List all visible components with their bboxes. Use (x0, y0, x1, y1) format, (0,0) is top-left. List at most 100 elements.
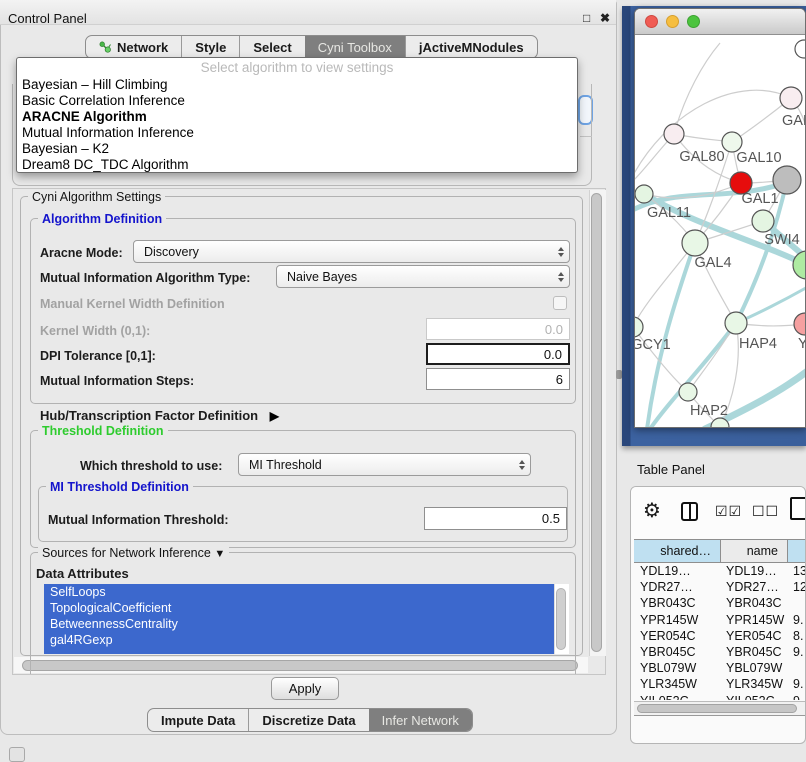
network-node-swi4[interactable] (752, 210, 774, 232)
network-node-gal80[interactable] (664, 124, 684, 144)
hub-definition-expander[interactable]: Hub/Transcription Factor Definition ▶ (40, 408, 279, 423)
table-cell[interactable]: YDL19… (720, 563, 787, 579)
minimize-window-icon[interactable] (666, 15, 679, 28)
network-node[interactable] (795, 40, 806, 58)
table-cell[interactable]: YDL19… (634, 563, 720, 579)
network-window-titlebar[interactable] (635, 9, 805, 35)
checked-boxes-icon[interactable]: ☑☑ (715, 504, 742, 520)
algorithm-option[interactable]: Dream8 DC_TDC Algorithm (17, 157, 577, 173)
data-attributes-list[interactable]: SelfLoopsTopologicalCoefficientBetweenne… (44, 584, 554, 654)
attributes-scrollbar-thumb[interactable] (556, 588, 566, 650)
table-horizontal-scrollbar[interactable] (634, 701, 806, 716)
close-window-icon[interactable] (645, 15, 658, 28)
data-attribute-item[interactable]: SelfLoops (44, 584, 554, 600)
mi-threshold-input[interactable]: 0.5 (424, 507, 567, 530)
tab-infer-network[interactable]: Infer Network (369, 709, 472, 731)
aracne-mode-select[interactable]: Discovery (133, 240, 570, 263)
algorithm-option[interactable]: ARACNE Algorithm (17, 109, 577, 125)
table-cell[interactable]: YDR27… (720, 579, 787, 595)
float-panel-icon[interactable]: □ (583, 11, 590, 25)
table-scrollbar-thumb[interactable] (637, 704, 797, 713)
table-cell[interactable]: YER054C (634, 628, 720, 644)
table-cell[interactable]: YLR345W (720, 676, 787, 692)
network-node-hap4[interactable] (725, 312, 747, 334)
columns-icon[interactable] (681, 502, 698, 521)
network-node[interactable] (793, 251, 806, 279)
table-cell[interactable]: 9. (787, 676, 806, 692)
table-cell[interactable]: 9. (787, 644, 806, 660)
table-cell[interactable]: YBR045C (634, 644, 720, 660)
table-row[interactable]: YLR345WYLR345W9. (634, 676, 806, 692)
tab-style[interactable]: Style (181, 36, 239, 58)
gear-icon[interactable]: ⚙ (643, 498, 661, 522)
table-cell[interactable]: YIL052C (634, 693, 720, 701)
network-node-y[interactable] (794, 313, 806, 335)
zoom-window-icon[interactable] (687, 15, 700, 28)
table-cell[interactable] (787, 595, 806, 611)
data-attribute-item[interactable]: TopologicalCoefficient (44, 600, 554, 616)
algorithm-option[interactable]: Bayesian – Hill Climbing (17, 77, 577, 93)
apply-button[interactable]: Apply (271, 677, 339, 700)
mi-steps-input[interactable]: 6 (426, 368, 570, 390)
table-cell[interactable]: YPR145W (720, 612, 787, 628)
column-header-shared[interactable]: shared… (634, 540, 720, 562)
algorithm-option[interactable]: Mutual Information Inference (17, 125, 577, 141)
dpi-tolerance-input[interactable]: 0.0 (426, 343, 570, 365)
table-cell[interactable]: YPR145W (634, 612, 720, 628)
table-cell[interactable]: 8. (787, 628, 806, 644)
network-node-gal4[interactable] (682, 230, 708, 256)
which-threshold-select[interactable]: MI Threshold (238, 453, 531, 476)
data-attribute-item[interactable]: BetweennessCentrality (44, 616, 554, 632)
table-row[interactable]: YPR145WYPR145W9. (634, 612, 806, 628)
table-row[interactable]: YBR043CYBR043C (634, 595, 806, 611)
network-node-gcy1[interactable] (635, 317, 643, 337)
mi-algorithm-type-select[interactable]: Naive Bayes (276, 265, 570, 288)
table-body[interactable]: YDL19…YDL19…13YDR27…YDR27…12YBR043CYBR04… (634, 563, 806, 700)
unchecked-boxes-icon[interactable]: ☐☐ (752, 504, 779, 520)
tab-select[interactable]: Select (239, 36, 304, 58)
network-node-gal10[interactable] (722, 132, 742, 152)
table-cell[interactable]: 9 (787, 693, 806, 701)
collapse-down-icon[interactable]: ▼ (214, 548, 225, 560)
algorithm-option[interactable]: Bayesian – K2 (17, 141, 577, 157)
table-cell[interactable]: YER054C (720, 628, 787, 644)
table-cell[interactable]: 13 (787, 563, 806, 579)
column-header-name[interactable]: name (720, 540, 787, 562)
tab-jactivemnodules[interactable]: jActiveMNodules (405, 36, 537, 58)
expand-right-icon[interactable]: ▶ (270, 409, 279, 423)
table-cell[interactable] (787, 660, 806, 676)
kernel-width-input[interactable]: 0.0 (426, 318, 570, 340)
close-panel-icon[interactable]: ✖ (600, 11, 610, 25)
column-header-extra[interactable] (787, 540, 806, 562)
table-cell[interactable]: YBR043C (634, 595, 720, 611)
data-attribute-item[interactable]: gal4RGexp (44, 632, 554, 648)
table-cell[interactable]: YDR27… (634, 579, 720, 595)
table-cell[interactable]: 9. (787, 612, 806, 628)
table-row[interactable]: YIL052CYIL052C9 (634, 693, 806, 701)
table-row[interactable]: YDL19…YDL19…13 (634, 563, 806, 579)
panel-corner-icon[interactable] (9, 747, 25, 762)
tab-impute-data[interactable]: Impute Data (148, 709, 248, 731)
tab-discretize-data[interactable]: Discretize Data (248, 709, 368, 731)
table-cell[interactable]: YBL079W (634, 660, 720, 676)
table-cell[interactable]: YBR043C (720, 595, 787, 611)
tab-network[interactable]: Network (86, 36, 181, 58)
table-cell[interactable]: YLR345W (634, 676, 720, 692)
table-cell[interactable]: YIL052C (720, 693, 787, 701)
network-node-gal[interactable] (780, 87, 802, 109)
table-cell[interactable]: YBL079W (720, 660, 787, 676)
algorithm-option[interactable]: Basic Correlation Inference (17, 93, 577, 109)
network-canvas[interactable]: GALGAL80GAL10GAL1GAL11SWI4GAL4HAP4YGCY1H… (635, 35, 806, 428)
manual-kernel-width-checkbox[interactable] (553, 296, 567, 310)
tab-cyni-toolbox[interactable]: Cyni Toolbox (305, 36, 405, 58)
vertical-scrollbar-thumb[interactable] (591, 193, 602, 652)
network-node-gal11[interactable] (635, 185, 653, 203)
table-row[interactable]: YER054CYER054C8. (634, 628, 806, 644)
network-node-hap2[interactable] (679, 383, 697, 401)
table-row[interactable]: YBR045CYBR045C9. (634, 644, 806, 660)
file-icon[interactable] (790, 497, 806, 520)
network-node[interactable] (773, 166, 801, 194)
table-cell[interactable]: YBR045C (720, 644, 787, 660)
table-cell[interactable]: 12 (787, 579, 806, 595)
table-row[interactable]: YDR27…YDR27…12 (634, 579, 806, 595)
